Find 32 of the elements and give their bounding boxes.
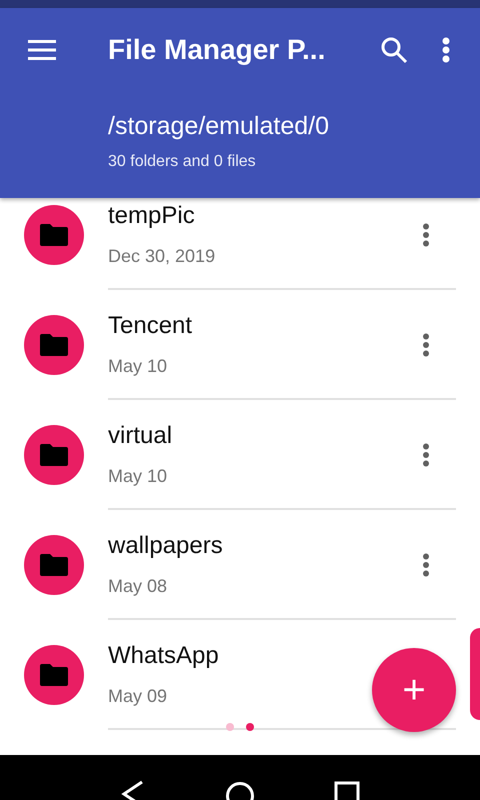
app-title: File Manager P... <box>108 34 326 66</box>
folder-date: May 09 <box>108 686 168 707</box>
folder-name[interactable]: WhatsApp <box>108 642 219 670</box>
folder-icon <box>40 443 68 467</box>
folder-name[interactable]: tempPic <box>108 202 195 230</box>
folder-date: May 08 <box>108 576 168 597</box>
folder-path: /storage/emulated/0 <box>108 112 329 141</box>
recents-icon[interactable] <box>334 780 360 800</box>
more-options-icon[interactable] <box>422 223 430 247</box>
search-icon[interactable] <box>380 36 408 64</box>
folder-date: May 10 <box>108 466 168 487</box>
page-dot[interactable] <box>226 723 234 731</box>
folder-icon <box>40 663 68 687</box>
more-options-icon[interactable] <box>442 37 450 63</box>
folder-name[interactable]: wallpapers <box>108 532 223 560</box>
folder-icon <box>40 333 68 357</box>
more-options-icon[interactable] <box>422 333 430 357</box>
home-icon[interactable] <box>224 780 255 800</box>
folder-date: May 10 <box>108 356 168 377</box>
back-icon[interactable] <box>120 780 146 800</box>
more-options-icon[interactable] <box>422 443 430 467</box>
folder-summary: 30 folders and 0 files <box>108 153 256 171</box>
add-button[interactable]: + <box>372 648 456 732</box>
more-options-icon[interactable] <box>422 553 430 577</box>
folder-name[interactable]: virtual <box>108 422 172 450</box>
folder-icon <box>40 223 68 247</box>
folder-date: Dec 30, 2019 <box>108 246 216 267</box>
folder-name[interactable]: Tencent <box>108 312 192 340</box>
side-tab[interactable] <box>470 628 480 720</box>
folder-icon <box>40 553 68 577</box>
menu-icon[interactable] <box>28 40 56 60</box>
page-dot[interactable] <box>246 723 254 731</box>
